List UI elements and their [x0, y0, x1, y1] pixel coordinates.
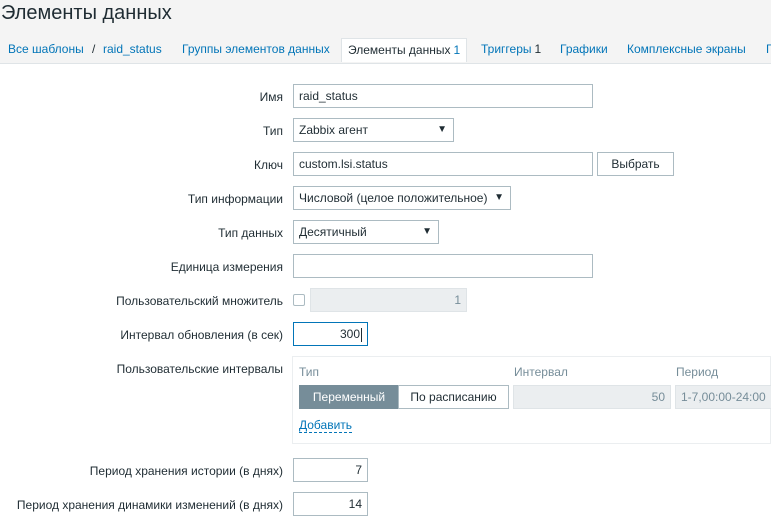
- multiplier-input: 1: [310, 288, 467, 312]
- units-input[interactable]: [293, 254, 593, 278]
- tab-triggers-count: 1: [534, 42, 542, 56]
- custom-intervals-table: Тип Интервал Период Переменный По распис…: [292, 356, 771, 444]
- tab-screens[interactable]: Комплексные экраны: [627, 42, 746, 56]
- key-label: Ключ: [254, 158, 283, 172]
- chevron-down-icon: ▼: [494, 192, 504, 203]
- units-label: Единица измерения: [170, 260, 283, 274]
- name-label: Имя: [259, 90, 283, 104]
- scheduling-toggle[interactable]: По расписанию: [398, 385, 509, 409]
- period-input[interactable]: 1-7,00:00-24:00: [675, 385, 771, 409]
- info-type-select[interactable]: Числовой (целое положительное) ▼: [293, 186, 511, 210]
- breadcrumb-separator: /: [92, 42, 96, 56]
- trends-label: Период хранения динамики изменений (в дн…: [16, 498, 283, 512]
- history-input[interactable]: 7: [293, 458, 368, 482]
- select-key-button[interactable]: Выбрать: [597, 152, 674, 176]
- col-type-header: Тип: [299, 365, 320, 379]
- col-period-header: Период: [676, 365, 719, 379]
- name-input[interactable]: raid_status: [293, 84, 593, 108]
- chevron-down-icon: ▼: [422, 226, 432, 237]
- col-interval-header: Интервал: [514, 365, 568, 379]
- tab-items[interactable]: Элементы данных 1: [341, 38, 468, 62]
- text-cursor: [361, 327, 362, 342]
- breadcrumb-template[interactable]: raid_status: [103, 42, 162, 56]
- info-type-label: Тип информации: [187, 192, 283, 206]
- breadcrumb-all-templates[interactable]: Все шаблоны: [8, 42, 84, 56]
- data-type-select[interactable]: Десятичный ▼: [293, 220, 439, 244]
- tab-items-count: 1: [453, 43, 461, 57]
- multiplier-label: Пользовательский множитель: [116, 294, 283, 308]
- multiplier-checkbox[interactable]: [293, 294, 305, 306]
- tab-graphs[interactable]: Графики: [560, 42, 608, 56]
- data-type-label: Тип данных: [218, 226, 283, 240]
- type-select[interactable]: Zabbix агент ▼: [293, 118, 454, 142]
- flexible-toggle[interactable]: Переменный: [299, 385, 399, 409]
- navigation-tabs: Все шаблоны / raid_status Группы элемент…: [0, 36, 771, 64]
- tab-triggers[interactable]: Триггеры 1: [481, 42, 541, 56]
- chevron-down-icon: ▼: [437, 124, 447, 135]
- interval-input[interactable]: 50: [513, 385, 671, 409]
- key-input[interactable]: custom.lsi.status: [293, 152, 593, 176]
- history-label: Период хранения истории (в днях): [89, 464, 283, 478]
- custom-intervals-label: Пользовательские интервалы: [116, 362, 283, 376]
- tab-item-groups[interactable]: Группы элементов данных: [182, 42, 330, 56]
- add-interval-link[interactable]: Добавить: [299, 419, 353, 433]
- update-interval-input[interactable]: 300: [293, 322, 368, 346]
- tab-overflow[interactable]: Г: [766, 42, 771, 56]
- type-label: Тип: [262, 124, 283, 138]
- update-interval-label: Интервал обновления (в сек): [120, 328, 283, 342]
- trends-input[interactable]: 14: [293, 492, 368, 516]
- page-title: Элементы данных: [1, 2, 172, 24]
